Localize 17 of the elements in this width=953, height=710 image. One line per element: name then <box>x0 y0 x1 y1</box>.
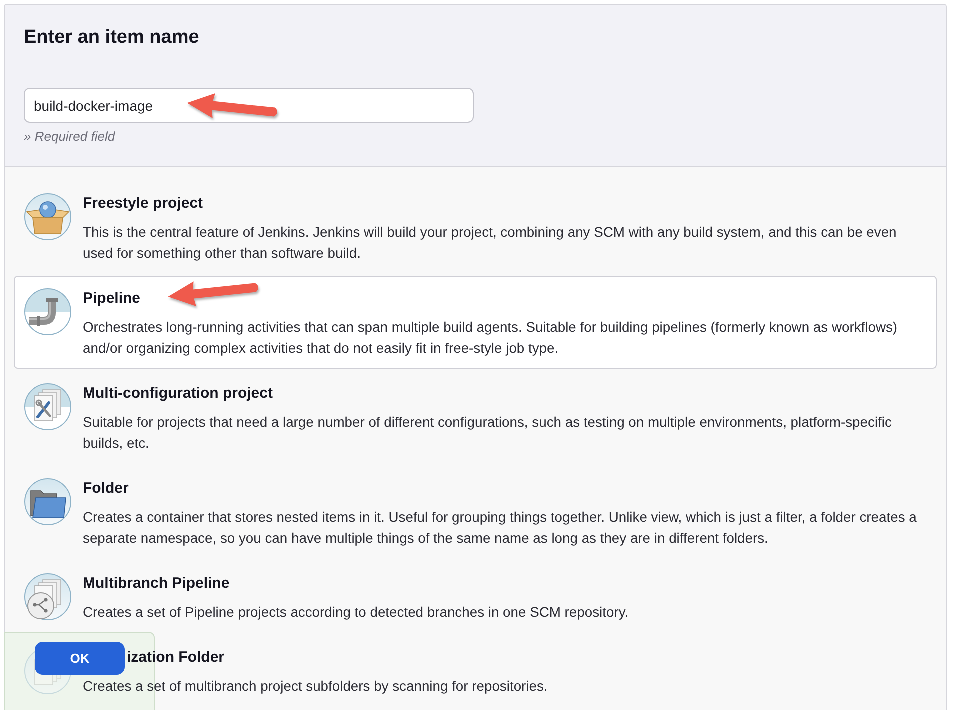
required-field-hint: » Required field <box>24 129 116 145</box>
item-type-title: Pipeline <box>83 289 141 309</box>
item-type-title: Folder <box>83 479 129 499</box>
item-type-title: Freestyle project <box>83 194 204 214</box>
item-type-description: Creates a set of multibranch project subfolders by scanning for repositories. <box>83 677 549 696</box>
item-name-field[interactable]: build-docker-image <box>24 88 474 123</box>
item-type-title: Multi-configuration project <box>83 384 273 404</box>
item-type-description: Creates a container that stores nested items in it. Useful for grouping things together. Unlike view, which is just a filter, a folder creates a separate namespace, so you can have multiple things of the same name as long as they are in different folders. <box>83 508 918 548</box>
item-type-description: Suitable for projects that need a large number of different configurations, such as testing on multiple environments, platform-specific builds, etc. <box>83 413 893 453</box>
item-type-description: This is the central feature of Jenkins. Jenkins will build your project, combining any SCM with any build system, and this can be even used for something other than software build. <box>83 223 898 263</box>
item-type-title: ization Folder <box>127 648 224 668</box>
ok-button[interactable]: OK <box>35 642 125 675</box>
item-type-description: Creates a set of Pipeline projects according to detected branches in one SCM repository. <box>83 603 630 622</box>
form-heading: Enter an item name <box>24 26 200 50</box>
item-type-title: Multibranch Pipeline <box>83 574 230 594</box>
selected-item-card[interactable] <box>14 276 937 369</box>
item-type-description: Orchestrates long-running activities that can span multiple build agents. Suitable for building pipelines (formerly known as workflows) and/or organizing complex activities that do not easily fit in free-style job type. <box>83 318 899 358</box>
